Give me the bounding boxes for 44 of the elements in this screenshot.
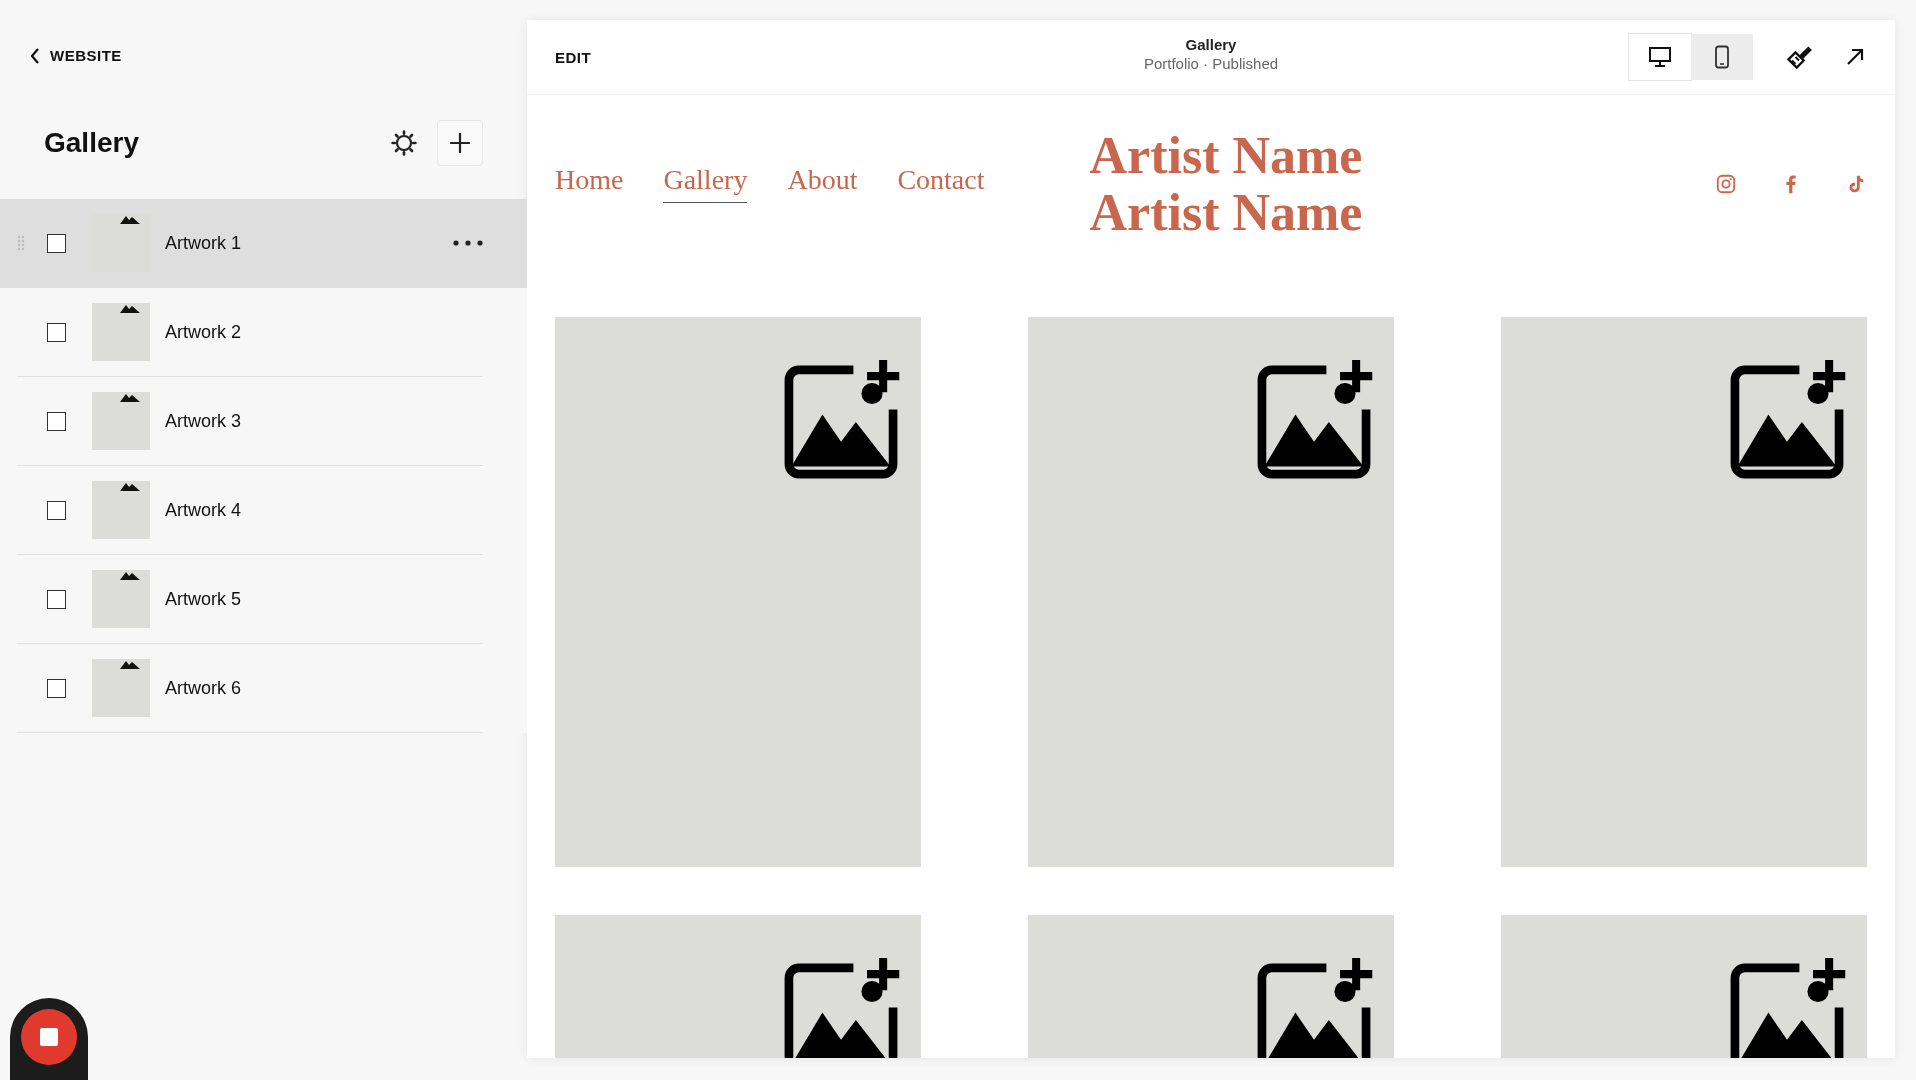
thumbnail [92, 481, 150, 539]
item-label: Artwork 4 [165, 499, 243, 521]
desktop-icon[interactable] [1648, 45, 1672, 69]
nav-link[interactable]: About [787, 163, 858, 203]
back-link[interactable]: WEBSITE [30, 47, 122, 64]
nav-link[interactable]: Gallery [663, 163, 748, 203]
checkbox[interactable] [47, 678, 66, 698]
thumbnail [92, 303, 150, 361]
checkbox[interactable] [47, 500, 66, 520]
item-label: Artwork 2 [165, 321, 243, 343]
page-status: Portfolio · Published [1143, 55, 1279, 72]
add-button[interactable] [437, 120, 483, 166]
page-title: Gallery [1185, 36, 1237, 53]
site-logo[interactable]: Artist Name [1089, 126, 1363, 184]
drag-handle-icon[interactable] [17, 235, 25, 251]
instagram-icon[interactable] [1715, 173, 1737, 195]
checkbox[interactable] [47, 322, 66, 342]
nav-link[interactable]: Contact [897, 163, 985, 203]
item-label: Artwork 1 [165, 232, 243, 254]
checkbox[interactable] [47, 589, 66, 609]
nav-link[interactable]: Home [555, 163, 624, 203]
edit-label[interactable]: EDIT [555, 48, 592, 66]
image-placeholder[interactable] [555, 317, 921, 867]
site-logo[interactable]: Artist Name [1089, 184, 1363, 242]
checkbox[interactable] [47, 233, 66, 253]
thumbnail [92, 570, 150, 628]
mobile-button[interactable] [1691, 34, 1753, 80]
record-button[interactable] [10, 998, 88, 1080]
desktop-button[interactable] [1629, 34, 1691, 80]
thumbnail [92, 659, 150, 717]
plus-icon[interactable] [449, 132, 471, 154]
item-label: Artwork 6 [165, 677, 243, 699]
artwork-item[interactable]: Artwork 1 [0, 199, 527, 288]
more-icon[interactable] [453, 240, 483, 246]
item-label: Artwork 5 [165, 588, 243, 610]
item-label: Artwork 3 [165, 410, 243, 432]
checkbox[interactable] [47, 411, 66, 431]
chevron-left-icon [30, 47, 40, 64]
thumbnail [92, 214, 150, 272]
panel-title: Gallery [44, 127, 140, 159]
thumbnail [92, 392, 150, 450]
image-placeholder[interactable] [1028, 317, 1394, 867]
settings-icon[interactable] [391, 130, 417, 156]
image-placeholder[interactable] [1501, 317, 1867, 867]
